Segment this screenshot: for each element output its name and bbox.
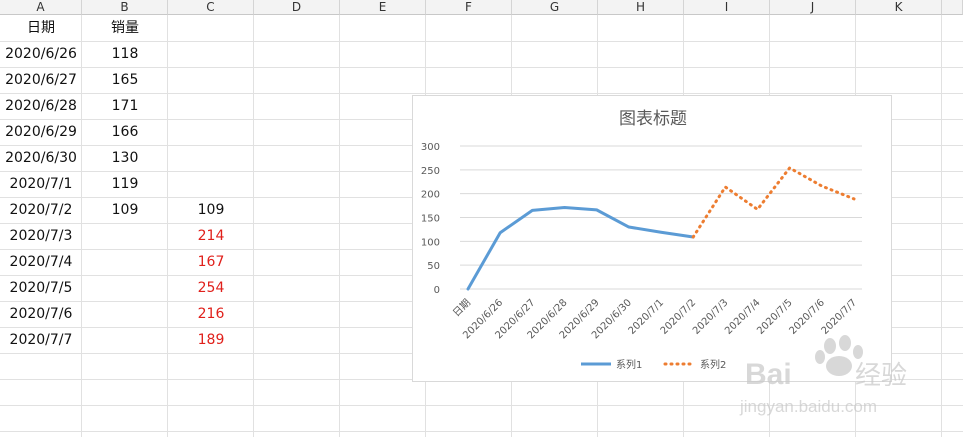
cell-a3[interactable]: 2020/6/27 xyxy=(0,67,82,93)
y-tick-label: 200 xyxy=(421,190,440,201)
cell-a1[interactable]: 日期 xyxy=(0,15,82,41)
cell-c3[interactable] xyxy=(168,67,254,93)
cell-c1[interactable] xyxy=(168,15,254,41)
spreadsheet: ABCDEFGHIJK 日期 销量 2020/6/26 118 2020/6/27 165… xyxy=(0,0,963,437)
cell-c4[interactable] xyxy=(168,93,254,119)
cell-c11[interactable]: 254 xyxy=(168,275,254,301)
column-header-g[interactable]: G xyxy=(512,0,598,15)
series-line-2 xyxy=(691,166,856,239)
y-tick-label: 100 xyxy=(421,237,440,248)
x-tick-label: 2020/7/7 xyxy=(820,297,860,337)
cell-c13[interactable]: 189 xyxy=(168,327,254,353)
cell-a4[interactable]: 2020/6/28 xyxy=(0,93,82,119)
column-header-b[interactable]: B xyxy=(82,0,168,15)
y-tick-label: 50 xyxy=(427,261,440,272)
grid-vline xyxy=(941,15,942,437)
watermark-brand: Bai xyxy=(745,358,792,391)
y-tick-label: 0 xyxy=(434,285,440,296)
cell-c6[interactable] xyxy=(168,145,254,171)
legend-label-series-1: 系列1 xyxy=(616,358,642,371)
cell-a6[interactable]: 2020/6/30 xyxy=(0,145,82,171)
cell-b8[interactable]: 109 xyxy=(82,197,168,223)
y-tick-label: 250 xyxy=(421,166,440,177)
y-tick-label: 300 xyxy=(421,142,440,153)
column-header-d[interactable]: D xyxy=(254,0,340,15)
cell-b7[interactable]: 119 xyxy=(82,171,168,197)
baidu-watermark-icon: Bai 经验 jingyan.baidu.com xyxy=(739,335,907,416)
y-tick-label: 150 xyxy=(421,214,440,225)
watermark-url: jingyan.baidu.com xyxy=(739,397,877,416)
legend-label-series-2: 系列2 xyxy=(700,358,726,371)
cell-b1[interactable]: 销量 xyxy=(82,15,168,41)
series-line-1 xyxy=(466,205,695,291)
cell-b2[interactable]: 118 xyxy=(82,41,168,67)
cell-c9[interactable]: 214 xyxy=(168,223,254,249)
cell-c2[interactable] xyxy=(168,41,254,67)
cell-a12[interactable]: 2020/7/6 xyxy=(0,301,82,327)
cell-b10[interactable] xyxy=(82,249,168,275)
cell-c7[interactable] xyxy=(168,171,254,197)
cell-a5[interactable]: 2020/6/29 xyxy=(0,119,82,145)
cell-a2[interactable]: 2020/6/26 xyxy=(0,41,82,67)
cell-a9[interactable]: 2020/7/3 xyxy=(0,223,82,249)
grid-vline xyxy=(339,15,340,437)
column-header-k[interactable]: K xyxy=(856,0,942,15)
column-header-c[interactable]: C xyxy=(168,0,254,15)
cell-a8[interactable]: 2020/7/2 xyxy=(0,197,82,223)
cell-a10[interactable]: 2020/7/4 xyxy=(0,249,82,275)
cell-c12[interactable]: 216 xyxy=(168,301,254,327)
column-header-j[interactable]: J xyxy=(770,0,856,15)
cell-b3[interactable]: 165 xyxy=(82,67,168,93)
cell-a7[interactable]: 2020/7/1 xyxy=(0,171,82,197)
cell-b5[interactable]: 166 xyxy=(82,119,168,145)
column-header-filler xyxy=(942,0,963,15)
cell-b11[interactable] xyxy=(82,275,168,301)
column-header-a[interactable]: A xyxy=(0,0,82,15)
chart-title: 图表标题 xyxy=(619,109,687,129)
cell-c10[interactable]: 167 xyxy=(168,249,254,275)
column-header-e[interactable]: E xyxy=(340,0,426,15)
cell-b9[interactable] xyxy=(82,223,168,249)
cell-a11[interactable]: 2020/7/5 xyxy=(0,275,82,301)
cell-b4[interactable]: 171 xyxy=(82,93,168,119)
cell-a13[interactable]: 2020/7/7 xyxy=(0,327,82,353)
column-header-h[interactable]: H xyxy=(598,0,684,15)
column-header-f[interactable]: F xyxy=(426,0,512,15)
cell-c8[interactable]: 109 xyxy=(168,197,254,223)
cell-b13[interactable] xyxy=(82,327,168,353)
cell-c5[interactable] xyxy=(168,119,254,145)
watermark-brand-2: 经验 xyxy=(855,361,907,391)
cell-b6[interactable]: 130 xyxy=(82,145,168,171)
cell-b12[interactable] xyxy=(82,301,168,327)
x-tick-label: 日期 xyxy=(450,297,473,320)
column-header-i[interactable]: I xyxy=(684,0,770,15)
